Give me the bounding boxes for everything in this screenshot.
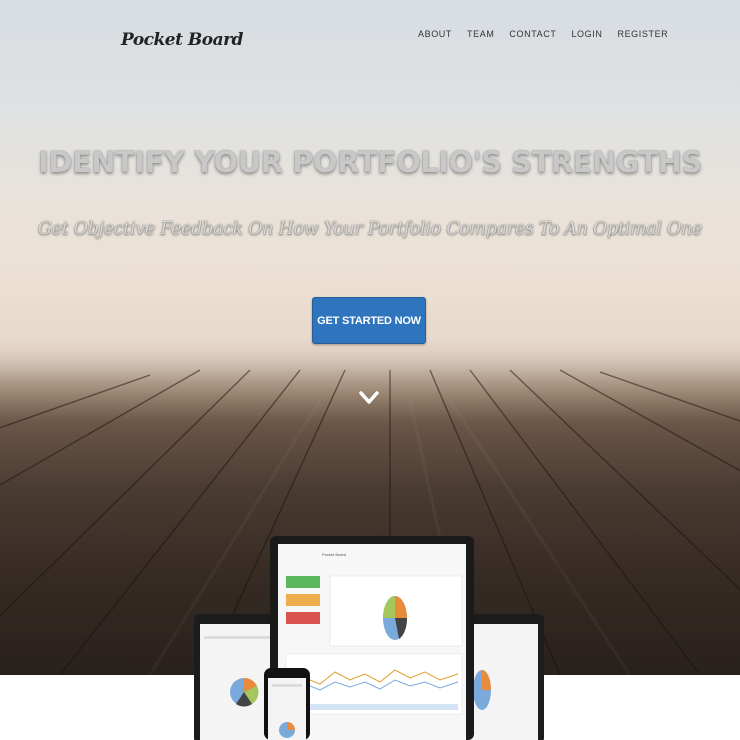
tablet-right — [462, 614, 544, 740]
nav-login-link[interactable]: LOGIN — [571, 29, 602, 39]
hero-subheadline: Get Objective Feedback On How Your Portf… — [37, 219, 703, 239]
device-mockup-image: Pocket Board — [194, 536, 544, 740]
laptop-app-title: Pocket Board — [322, 552, 346, 557]
nav-contact-link[interactable]: CONTACT — [509, 29, 556, 39]
phone — [264, 668, 310, 740]
nav-register-link[interactable]: REGISTER — [617, 29, 668, 39]
top-nav: ABOUT TEAM CONTACT LOGIN REGISTER — [418, 29, 683, 39]
hero-headline: IDENTIFY YOUR PORTFOLIO'S STRENGTHS — [38, 145, 702, 179]
brand-logo[interactable]: Pocket Board — [121, 30, 243, 50]
chevron-down-icon[interactable] — [358, 389, 380, 407]
nav-about-link[interactable]: ABOUT — [418, 29, 452, 39]
get-started-button[interactable]: GET STARTED NOW — [312, 297, 426, 344]
nav-team-link[interactable]: TEAM — [467, 29, 494, 39]
